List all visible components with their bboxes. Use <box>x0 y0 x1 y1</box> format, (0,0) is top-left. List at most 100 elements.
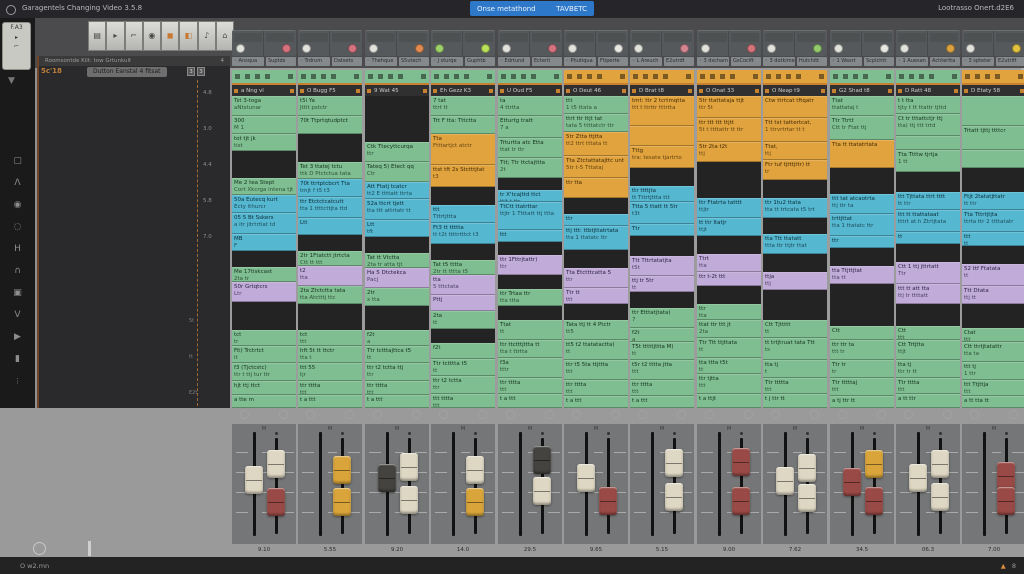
clip[interactable]: tt trtjtruat tata Ttt ts <box>763 338 827 360</box>
clip[interactable]: tt <box>896 232 960 244</box>
empty-clip-slot[interactable] <box>830 284 894 326</box>
bars-icon[interactable]: ▮ <box>0 348 35 370</box>
fader-cap[interactable] <box>533 446 551 475</box>
monitor-button[interactable]: ◉ <box>142 21 161 51</box>
track-name-chip[interactable]: ◦ 1 Auesan <box>896 57 928 66</box>
scene-strip[interactable] <box>896 70 960 83</box>
empty-clip-slot[interactable] <box>298 134 362 162</box>
clip[interactable]: a tt ttr <box>896 394 960 408</box>
track-header-button-right[interactable] <box>532 33 560 42</box>
clip-stop-button[interactable] <box>545 410 554 419</box>
track-header-button-right[interactable] <box>996 33 1024 42</box>
clip[interactable]: Ttat, ttj <box>763 142 827 160</box>
length-box-2[interactable]: 3 <box>197 67 205 76</box>
clip[interactable]: ttr Ftatrta tatttt ttjtr <box>697 198 761 218</box>
clip-stop-button[interactable] <box>970 410 979 419</box>
clip[interactable]: 7 tat ttrt tt <box>431 96 495 116</box>
clip[interactable]: hjt ttj ttct <box>232 381 296 395</box>
track-name-chip[interactable]: ◦ Phutiqua <box>564 57 596 66</box>
track-header-button-right[interactable] <box>598 33 626 42</box>
volume-fader-track[interactable] <box>718 432 721 536</box>
clip[interactable]: Tttg tra: tesate tjartrto <box>630 146 694 168</box>
track-header-panel[interactable] <box>365 30 429 57</box>
clip[interactable]: t2 tta <box>298 266 362 286</box>
record-arm-dot[interactable] <box>680 44 689 53</box>
empty-clip-slot[interactable] <box>564 198 628 214</box>
clip[interactable]: tot tjt jk tist <box>232 134 296 151</box>
clip-stop-button[interactable] <box>412 410 421 419</box>
monitor-dot[interactable] <box>701 44 710 53</box>
empty-clip-slot[interactable] <box>962 168 1024 192</box>
empty-clip-slot[interactable] <box>763 254 827 272</box>
record-arm-dot[interactable] <box>813 44 822 53</box>
clip[interactable]: Ttat ttattataj t <box>830 96 894 116</box>
record-icon[interactable]: ◉ <box>0 194 35 216</box>
clip[interactable]: ttr t2 tctta ttj ttr <box>365 363 429 381</box>
clip[interactable]: ttt <box>498 230 562 242</box>
clip[interactable]: Ctat ttt <box>962 328 1024 342</box>
clip-name-pill[interactable]: Dutton Eanstal 4 fitsat <box>87 67 167 77</box>
clip[interactable]: ttr tjtta ttt <box>697 374 761 394</box>
clip[interactable]: t a ttt <box>498 394 562 408</box>
clip[interactable]: Att Ftatj tcatcr tt2 E ttttatt ttrta <box>365 182 429 199</box>
track-output-chip[interactable]: S5utech <box>399 57 429 66</box>
clip-stop-button[interactable] <box>677 410 686 419</box>
clip[interactable]: ttj ttt: ttbtjttatrtata tta 1 ttatatc ttr <box>564 226 628 250</box>
volume-fader-track[interactable] <box>319 432 322 536</box>
track-header-button-left[interactable] <box>367 33 395 42</box>
clip[interactable]: tct tr <box>232 330 296 346</box>
clip[interactable]: Ttr <box>630 224 694 236</box>
clip-label-row[interactable]: O Onat 33 <box>697 83 761 96</box>
track-header-panel[interactable] <box>232 30 296 57</box>
scene-strip[interactable] <box>697 70 761 83</box>
clip[interactable]: 2ta tt <box>431 311 495 329</box>
empty-clip-slot[interactable] <box>763 180 827 198</box>
track-output-chip[interactable]: Suptds <box>266 57 296 66</box>
track-header-panel[interactable] <box>697 30 761 57</box>
record-arm-dot[interactable] <box>481 44 490 53</box>
clip[interactable]: 50r Grtqtcrs Ltr <box>232 282 296 302</box>
clip[interactable]: ttr tta <box>564 178 628 198</box>
empty-clip-slot[interactable] <box>298 235 362 251</box>
clip[interactable]: ttt Tjttata ttrt tttt tt ttr <box>896 192 960 210</box>
empty-clip-slot[interactable] <box>564 250 628 268</box>
clip[interactable]: ttt Ttjttja ttt <box>962 380 1024 396</box>
track-output-chip[interactable]: Ecterit <box>532 57 562 66</box>
clip[interactable]: t a ttt <box>298 395 362 408</box>
clip[interactable]: trttjttat tta 1 ttatatc ttr <box>830 214 894 236</box>
clip-stop-button[interactable] <box>705 410 714 419</box>
track-header-button-right[interactable] <box>731 33 759 42</box>
clip[interactable]: tta Ttjttjtat tta tt <box>830 266 894 284</box>
clip-label-row[interactable]: a Nng vl <box>232 83 296 96</box>
track-name-chip[interactable]: ◦ 1 Wasrt <box>830 57 862 66</box>
loop-marker-line[interactable] <box>197 80 198 406</box>
clip-icon[interactable]: ▣ <box>0 282 35 304</box>
clip[interactable]: Ttt; Ttr ttctajttta 2t <box>498 158 562 178</box>
track-output-chip[interactable]: Achtertta <box>930 57 960 66</box>
clip[interactable]: Ttta 5 ttatt tt 5tr t3t <box>630 202 694 224</box>
monitor-dot[interactable] <box>236 44 245 53</box>
fader-cap[interactable] <box>466 488 484 517</box>
instrument-icon[interactable]: Ʌ <box>0 172 35 194</box>
scene-strip[interactable] <box>830 70 894 83</box>
clip[interactable]: Ttr tr tr <box>830 360 894 378</box>
clip-stop-button[interactable] <box>904 410 913 419</box>
empty-clip-slot[interactable] <box>564 304 628 320</box>
clip[interactable]: t5r t2 tttta jtta ttt <box>630 360 694 380</box>
clip-stop-button[interactable] <box>771 410 780 419</box>
track-output-chip[interactable]: Guphtb <box>465 57 495 66</box>
record-arm-dot[interactable] <box>614 44 623 53</box>
clip[interactable]: ttt 1 t5 ttata a <box>564 96 628 114</box>
clip-label-row[interactable]: U Oud F5 <box>498 83 562 96</box>
track-header-button-right[interactable] <box>266 33 294 42</box>
track-header-button-right[interactable] <box>930 33 958 42</box>
clip[interactable]: ttja ttj <box>763 272 827 290</box>
clip[interactable]: t5i Ya Jttit pstctr <box>298 96 362 116</box>
scene-strip[interactable] <box>763 70 827 83</box>
empty-clip-slot[interactable] <box>232 151 296 178</box>
track-name-chip[interactable]: ◦ L Areuch <box>630 57 662 66</box>
clip[interactable]: tta ttta t5t tt <box>697 358 761 374</box>
clip[interactable]: Ttt Dtata ttj tt <box>962 286 1024 304</box>
fader-cap[interactable] <box>245 466 263 495</box>
clip[interactable]: ttt 55 tjr <box>298 363 362 381</box>
